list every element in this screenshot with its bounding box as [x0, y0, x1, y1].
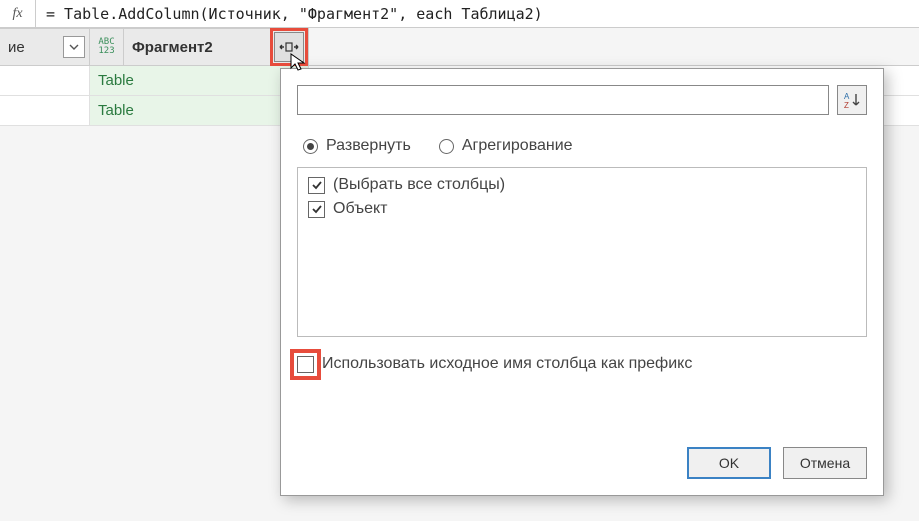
radio-icon [303, 139, 318, 154]
type-any-icon[interactable]: ABC 123 [90, 29, 124, 65]
ok-button[interactable]: OK [687, 447, 771, 479]
radio-icon [439, 139, 454, 154]
popup-buttons: OK Отмена [297, 447, 867, 479]
column-2-label: Фрагмент2 [132, 39, 213, 56]
svg-text:Z: Z [844, 101, 849, 109]
column-object-label: Объект [333, 200, 387, 218]
table-link-cell[interactable]: Table [90, 96, 309, 125]
column-1-label: ие [8, 39, 25, 56]
chevron-down-icon [69, 42, 79, 52]
formula-text[interactable]: = Table.AddColumn(Источник, "Фрагмент2",… [36, 5, 543, 23]
svg-text:A: A [844, 92, 850, 101]
column-1-filter-button[interactable] [63, 36, 85, 58]
select-all-label: (Выбрать все столбцы) [333, 176, 505, 194]
search-input[interactable] [297, 85, 829, 115]
cell[interactable] [0, 96, 90, 125]
sort-az-icon: A Z [843, 91, 861, 109]
expand-icon [279, 40, 299, 54]
checkbox-icon [308, 201, 325, 218]
sort-button[interactable]: A Z [837, 85, 867, 115]
radio-aggregate-label: Агрегирование [462, 137, 573, 155]
column-header-2[interactable]: ABC 123 Фрагмент2 [90, 28, 309, 65]
prefix-checkbox-row[interactable]: Использовать исходное имя столбца как пр… [297, 355, 867, 373]
radio-expand[interactable]: Развернуть [303, 137, 411, 155]
cancel-button[interactable]: Отмена [783, 447, 867, 479]
formula-bar: fx = Table.AddColumn(Источник, "Фрагмент… [0, 0, 919, 28]
popup-search-row: A Z [297, 85, 867, 115]
fx-label: fx [0, 0, 36, 27]
expand-popup: A Z Развернуть Агрегирование (Выбрать вс… [280, 68, 884, 496]
prefix-checkbox[interactable] [297, 356, 314, 373]
radio-expand-label: Развернуть [326, 137, 411, 155]
column-check-item[interactable]: Объект [308, 200, 856, 218]
radio-aggregate[interactable]: Агрегирование [439, 137, 573, 155]
table-link-cell[interactable]: Table [90, 66, 309, 95]
checkbox-icon [308, 177, 325, 194]
select-all-item[interactable]: (Выбрать все столбцы) [308, 176, 856, 194]
expand-column-button[interactable] [274, 32, 304, 62]
prefix-label: Использовать исходное имя столбца как пр… [322, 355, 692, 373]
columns-list: (Выбрать все столбцы) Объект [297, 167, 867, 337]
cell[interactable] [0, 66, 90, 95]
radio-group: Развернуть Агрегирование [303, 137, 867, 155]
column-headers-row: ие ABC 123 Фрагмент2 [0, 28, 919, 66]
column-header-1[interactable]: ие [0, 28, 90, 65]
